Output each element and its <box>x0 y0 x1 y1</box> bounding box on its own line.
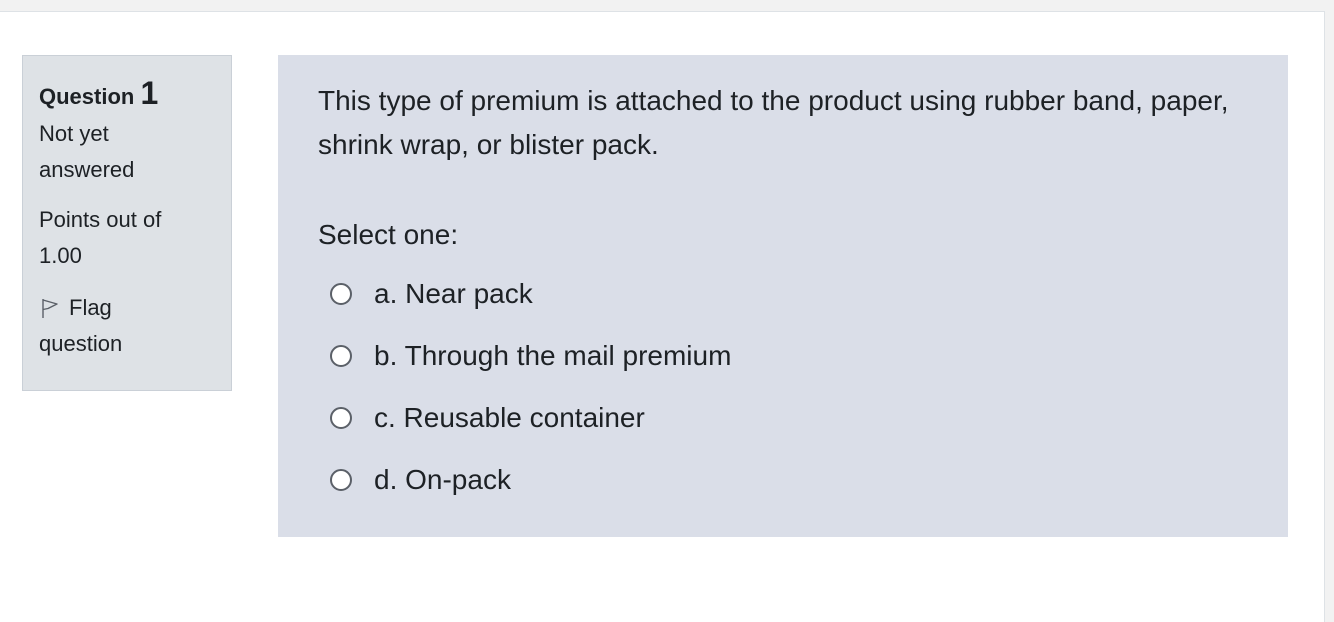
answer-prompt: Select one: <box>318 219 459 250</box>
answer-list: a. Near pack b. Through the mail premium… <box>318 263 1248 511</box>
question-number: 1 <box>140 75 159 111</box>
quiz-page: Question 1 Not yet answered Points out o… <box>0 11 1325 622</box>
answer-option-a[interactable]: a. Near pack <box>330 263 1248 325</box>
radio-button-c[interactable] <box>330 407 352 429</box>
question-state: Not yet answered <box>39 121 135 182</box>
flag-icon <box>39 294 61 318</box>
radio-button-b[interactable] <box>330 345 352 367</box>
answer-option-d[interactable]: d. On-pack <box>330 449 1248 511</box>
answer-label-c: c. Reusable container <box>374 402 645 433</box>
question-text: This type of premium is attached to the … <box>318 85 1229 160</box>
radio-button-a[interactable] <box>330 283 352 305</box>
question-grade: Points out of 1.00 <box>39 207 162 268</box>
question-label: Question <box>39 84 135 109</box>
question-number-heading: Question 1 <box>39 76 215 116</box>
answer-label-d: d. On-pack <box>374 464 511 495</box>
answer-label-b: b. Through the mail premium <box>374 340 732 371</box>
question-info-panel: Question 1 Not yet answered Points out o… <box>22 55 232 391</box>
radio-button-d[interactable] <box>330 469 352 491</box>
answer-option-c[interactable]: c. Reusable container <box>330 387 1248 449</box>
answer-option-b[interactable]: b. Through the mail premium <box>330 325 1248 387</box>
question-content: This type of premium is attached to the … <box>278 55 1288 537</box>
flag-question-link[interactable]: Flag question <box>39 290 189 362</box>
answer-label-a: a. Near pack <box>374 278 533 309</box>
